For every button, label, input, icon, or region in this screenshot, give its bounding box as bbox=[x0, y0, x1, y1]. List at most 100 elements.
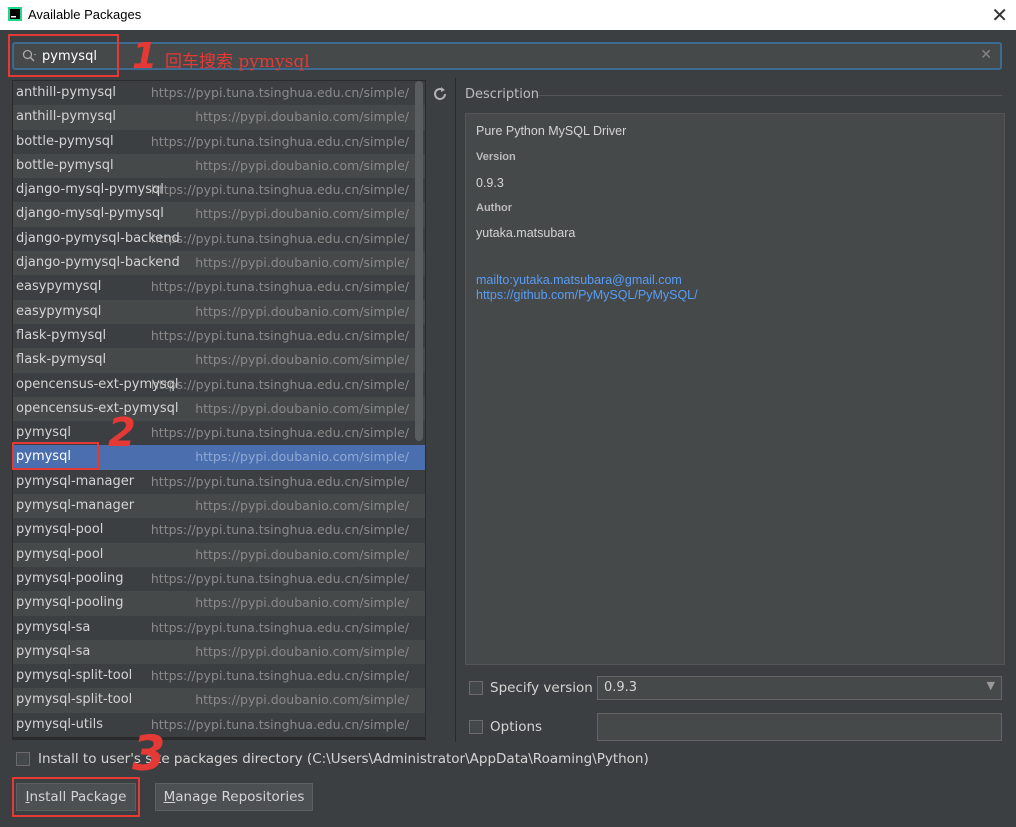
package-repo: https://pypi.tuna.tsinghua.edu.cn/simple… bbox=[150, 716, 409, 732]
package-repo: https://pypi.doubanio.com/simple/ bbox=[195, 255, 409, 271]
package-row[interactable]: https://pypi.tuna.tsinghua.edu.cn/simple… bbox=[13, 81, 425, 106]
package-name: pymysql-sa bbox=[16, 643, 91, 659]
package-name: pymysql-manager bbox=[16, 473, 135, 489]
github-link[interactable]: https://github.com/PyMySQL/PyMySQL/ bbox=[476, 288, 698, 302]
annotation-step-2: 2 bbox=[108, 410, 136, 456]
manage-mnemonic: M bbox=[163, 789, 176, 805]
package-row[interactable]: https://pypi.doubanio.com/simple/pymysql… bbox=[13, 494, 425, 519]
package-name: pymysql-split-tool bbox=[16, 668, 133, 684]
options-label: Options bbox=[490, 719, 543, 735]
package-name: pymysql-manager bbox=[16, 498, 135, 514]
package-row[interactable]: https://pypi.doubanio.com/simple/pymysql… bbox=[13, 591, 425, 616]
author-email-link[interactable]: mailto:yutaka.matsubara@gmail.com bbox=[476, 273, 682, 287]
package-repo: https://pypi.tuna.tsinghua.edu.cn/simple… bbox=[150, 425, 409, 441]
options-checkbox[interactable] bbox=[469, 720, 483, 734]
package-row[interactable]: https://pypi.doubanio.com/simple/pymysql… bbox=[13, 639, 425, 665]
specify-version-label: Specify version bbox=[490, 680, 593, 696]
description-label: Description bbox=[465, 87, 540, 102]
package-repo: https://pypi.doubanio.com/simple/ bbox=[195, 643, 409, 659]
package-row[interactable]: https://pypi.tuna.tsinghua.edu.cn/simple… bbox=[13, 178, 425, 203]
package-name: flask-pymysql bbox=[16, 327, 107, 343]
search-field[interactable]: ✕ bbox=[12, 42, 1002, 70]
chevron-down-icon[interactable]: ▼ bbox=[987, 679, 995, 692]
package-row[interactable]: https://pypi.tuna.tsinghua.edu.cn/simple… bbox=[13, 469, 425, 495]
list-scrollbar[interactable] bbox=[415, 81, 423, 441]
package-row[interactable]: https://pypi.doubanio.com/simple/pymysql… bbox=[13, 688, 425, 713]
install-user-site-label: Install to user's site packages director… bbox=[38, 751, 649, 767]
package-name: pymysql-pool bbox=[16, 546, 104, 562]
package-name: django-mysql-pymysql bbox=[16, 182, 164, 198]
package-summary: Pure Python MySQL Driver bbox=[476, 124, 627, 138]
annotation-box-search bbox=[8, 34, 119, 77]
package-row[interactable]: https://pypi.tuna.tsinghua.edu.cn/simple… bbox=[13, 323, 425, 349]
panel-divider bbox=[455, 78, 456, 742]
manage-repositories-button[interactable]: Manage Repositories bbox=[155, 783, 313, 811]
package-row[interactable]: https://pypi.doubanio.com/simple/bottle-… bbox=[13, 153, 425, 179]
package-name: bottle-pymysql bbox=[16, 157, 114, 173]
package-name: django-mysql-pymysql bbox=[16, 206, 164, 222]
package-name: opencensus-ext-pymysql bbox=[16, 400, 179, 416]
package-name: pymysql-utils bbox=[16, 716, 103, 732]
package-name: opencensus-ext-pymysql bbox=[16, 376, 179, 392]
package-name: anthill-pymysql bbox=[16, 85, 117, 100]
package-list[interactable]: https://pypi.tuna.tsinghua.edu.cn/simple… bbox=[12, 80, 426, 740]
package-name: pymysql-sa bbox=[16, 619, 91, 635]
package-name: bottle-pymysql bbox=[16, 133, 114, 149]
package-name: pymysql-pooling bbox=[16, 570, 124, 586]
package-name: easypymysql bbox=[16, 303, 102, 319]
annotation-step-1-text: 回车搜索 pymysql bbox=[165, 52, 310, 72]
package-row[interactable]: https://pypi.doubanio.com/simple/easypym… bbox=[13, 299, 425, 324]
package-repo: https://pypi.tuna.tsinghua.edu.cn/simple… bbox=[150, 619, 409, 635]
package-name: pymysql-pooling bbox=[16, 595, 124, 611]
package-row[interactable]: https://pypi.doubanio.com/simple/anthill… bbox=[13, 105, 425, 130]
specify-version-checkbox[interactable] bbox=[469, 681, 483, 695]
package-repo: https://pypi.doubanio.com/simple/ bbox=[195, 400, 409, 416]
annotation-box-pymysql bbox=[12, 442, 99, 470]
package-name: pymysql-pool bbox=[16, 522, 104, 538]
title-bar: Available Packages ✕ bbox=[0, 0, 1016, 30]
package-name: pymysql-split-tool bbox=[16, 692, 133, 708]
package-repo: https://pypi.tuna.tsinghua.edu.cn/simple… bbox=[150, 522, 409, 538]
close-icon[interactable]: ✕ bbox=[991, 3, 1008, 27]
package-repo: https://pypi.tuna.tsinghua.edu.cn/simple… bbox=[150, 230, 409, 246]
version-select[interactable]: 0.9.3 ▼ bbox=[597, 676, 1002, 700]
annotation-step-3: 3 bbox=[132, 726, 166, 782]
package-row[interactable]: https://pypi.tuna.tsinghua.edu.cn/simple… bbox=[13, 518, 425, 543]
package-repo: https://pypi.tuna.tsinghua.edu.cn/simple… bbox=[150, 376, 409, 392]
version-heading: Version bbox=[476, 151, 516, 163]
package-row[interactable]: https://pypi.tuna.tsinghua.edu.cn/simple… bbox=[13, 615, 425, 640]
package-name: django-pymysql-backend bbox=[16, 230, 180, 246]
version-value: 0.9.3 bbox=[476, 176, 504, 190]
reload-list-icon[interactable] bbox=[432, 86, 448, 102]
package-row[interactable]: https://pypi.doubanio.com/simple/opencen… bbox=[13, 396, 425, 422]
package-name: anthill-pymysql bbox=[16, 109, 117, 125]
package-repo: https://pypi.doubanio.com/simple/ bbox=[195, 692, 409, 708]
author-heading: Author bbox=[476, 202, 513, 214]
package-row[interactable]: https://pypi.doubanio.com/simple/django-… bbox=[13, 202, 425, 227]
package-repo: https://pypi.tuna.tsinghua.edu.cn/simple… bbox=[150, 182, 409, 198]
package-row[interactable]: https://pypi.doubanio.com/simple/pymysql… bbox=[13, 542, 425, 567]
package-row[interactable]: https://pypi.tuna.tsinghua.edu.cn/simple… bbox=[13, 712, 425, 738]
package-row[interactable]: https://pypi.tuna.tsinghua.edu.cn/simple… bbox=[13, 129, 425, 154]
package-repo: https://pypi.doubanio.com/simple/ bbox=[195, 449, 409, 465]
version-select-value: 0.9.3 bbox=[604, 680, 638, 695]
package-row[interactable]: https://pypi.doubanio.com/simple/flask-p… bbox=[13, 348, 425, 373]
description-panel: Pure Python MySQL Driver Version 0.9.3 A… bbox=[465, 113, 1005, 665]
package-row[interactable]: https://pypi.tuna.tsinghua.edu.cn/simple… bbox=[13, 664, 425, 689]
package-name: easypymysql bbox=[16, 279, 102, 295]
package-repo: https://pypi.tuna.tsinghua.edu.cn/simple… bbox=[150, 279, 409, 295]
package-row[interactable]: https://pypi.tuna.tsinghua.edu.cn/simple… bbox=[13, 275, 425, 300]
clear-search-icon[interactable]: ✕ bbox=[980, 47, 992, 63]
manage-label: anage Repositories bbox=[175, 789, 305, 805]
package-repo: https://pypi.tuna.tsinghua.edu.cn/simple… bbox=[150, 473, 409, 489]
annotation-box-install bbox=[12, 777, 140, 817]
package-repo: https://pypi.tuna.tsinghua.edu.cn/simple… bbox=[150, 85, 409, 100]
package-row[interactable]: https://pypi.tuna.tsinghua.edu.cn/simple… bbox=[13, 226, 425, 252]
package-row[interactable]: https://pypi.tuna.tsinghua.edu.cn/simple… bbox=[13, 566, 425, 592]
package-row[interactable]: https://pypi.tuna.tsinghua.edu.cn/simple… bbox=[13, 372, 425, 397]
package-row[interactable]: https://pypi.doubanio.com/simple/django-… bbox=[13, 251, 425, 276]
package-repo: https://pypi.doubanio.com/simple/ bbox=[195, 303, 409, 319]
install-user-site-checkbox[interactable] bbox=[16, 752, 30, 766]
options-input[interactable] bbox=[597, 713, 1002, 741]
package-repo: https://pypi.tuna.tsinghua.edu.cn/simple… bbox=[150, 668, 409, 684]
